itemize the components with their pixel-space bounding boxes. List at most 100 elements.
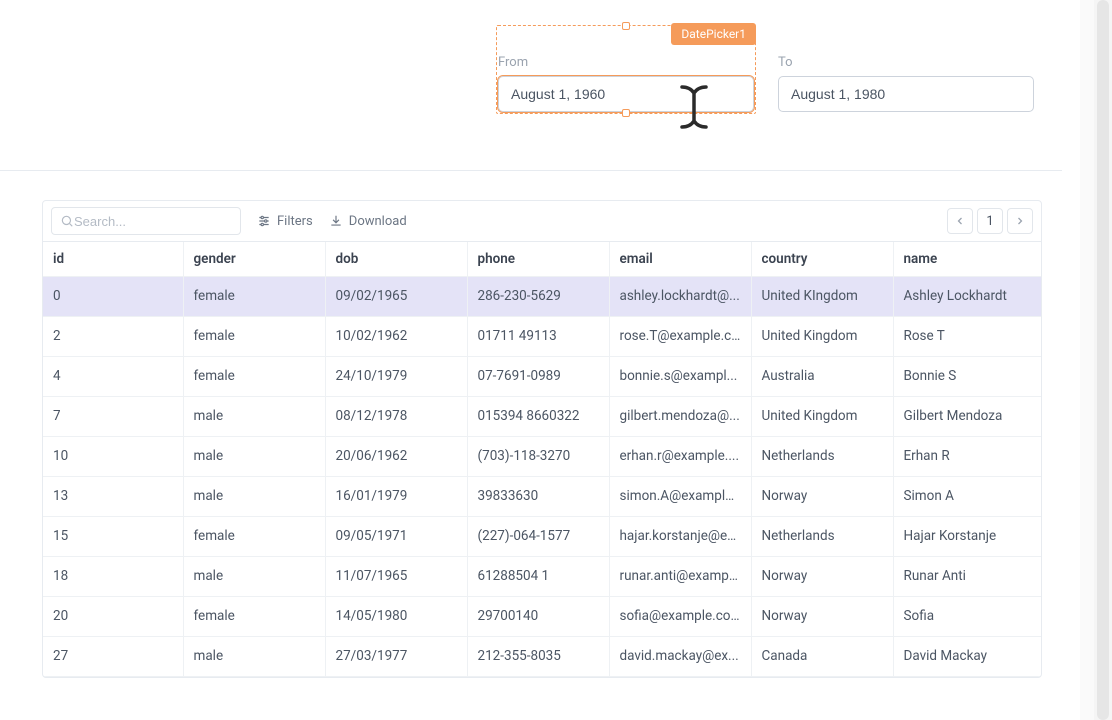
page-number[interactable]: 1 xyxy=(977,208,1003,234)
cell-phone[interactable]: 212-355-8035 xyxy=(467,636,609,676)
to-date-input[interactable] xyxy=(778,76,1034,112)
cell-email[interactable]: simon.A@example... xyxy=(609,476,751,516)
cell-country[interactable]: Norway xyxy=(751,596,893,636)
cell-email[interactable]: david.mackay@ex... xyxy=(609,636,751,676)
cell-country[interactable]: Netherlands xyxy=(751,516,893,556)
cell-name[interactable]: Ashley Lockhardt xyxy=(893,276,1042,316)
cell-name[interactable]: Runar Anti xyxy=(893,556,1042,596)
table-row[interactable]: 0female09/02/1965286-230-5629ashley.lock… xyxy=(43,276,1042,316)
cell-dob[interactable]: 14/05/1980 xyxy=(325,596,467,636)
cell-dob[interactable]: 10/02/1962 xyxy=(325,316,467,356)
cell-email[interactable]: ashley.lockhardt@... xyxy=(609,276,751,316)
cell-country[interactable]: Norway xyxy=(751,556,893,596)
cell-name[interactable]: Rose T xyxy=(893,316,1042,356)
cell-phone[interactable]: 01711 49113 xyxy=(467,316,609,356)
vertical-scrollbar[interactable] xyxy=(1094,0,1112,720)
cell-gender[interactable]: female xyxy=(183,516,325,556)
cell-phone[interactable]: 07-7691-0989 xyxy=(467,356,609,396)
cell-dob[interactable]: 11/07/1965 xyxy=(325,556,467,596)
cell-name[interactable]: Erhan R xyxy=(893,436,1042,476)
table-row[interactable]: 13male16/01/197939833630simon.A@example.… xyxy=(43,476,1042,516)
cell-country[interactable]: Canada xyxy=(751,636,893,676)
cell-dob[interactable]: 08/12/1978 xyxy=(325,396,467,436)
cell-gender[interactable]: male xyxy=(183,636,325,676)
cell-name[interactable]: Hajar Korstanje xyxy=(893,516,1042,556)
cell-name[interactable]: Gilbert Mendoza xyxy=(893,396,1042,436)
col-dob[interactable]: dob xyxy=(325,242,467,276)
col-phone[interactable]: phone xyxy=(467,242,609,276)
cell-dob[interactable]: 16/01/1979 xyxy=(325,476,467,516)
cell-email[interactable]: sofia@example.com xyxy=(609,596,751,636)
cell-id[interactable]: 27 xyxy=(43,636,183,676)
page-prev-button[interactable] xyxy=(947,208,973,234)
col-country[interactable]: country xyxy=(751,242,893,276)
cell-id[interactable]: 13 xyxy=(43,476,183,516)
cell-id[interactable]: 10 xyxy=(43,436,183,476)
cell-phone[interactable]: 286-230-5629 xyxy=(467,276,609,316)
scrollbar-thumb[interactable] xyxy=(1097,0,1109,720)
cell-country[interactable]: Norway xyxy=(751,476,893,516)
cell-name[interactable]: Bonnie S xyxy=(893,356,1042,396)
cell-dob[interactable]: 27/03/1977 xyxy=(325,636,467,676)
cell-gender[interactable]: male xyxy=(183,556,325,596)
search-box[interactable] xyxy=(51,207,241,235)
cell-gender[interactable]: female xyxy=(183,596,325,636)
table-row[interactable]: 4female24/10/197907-7691-0989bonnie.s@ex… xyxy=(43,356,1042,396)
cell-email[interactable]: erhan.r@example.... xyxy=(609,436,751,476)
cell-email[interactable]: runar.anti@exampl... xyxy=(609,556,751,596)
cell-phone[interactable]: 015394 8660322 xyxy=(467,396,609,436)
cell-dob[interactable]: 20/06/1962 xyxy=(325,436,467,476)
cell-phone[interactable]: (227)-064-1577 xyxy=(467,516,609,556)
cell-gender[interactable]: female xyxy=(183,316,325,356)
datepicker-from[interactable]: DatePicker1 From xyxy=(498,55,754,112)
cell-id[interactable]: 18 xyxy=(43,556,183,596)
cell-country[interactable]: Australia xyxy=(751,356,893,396)
table-row[interactable]: 2female10/02/196201711 49113rose.T@examp… xyxy=(43,316,1042,356)
cell-gender[interactable]: female xyxy=(183,356,325,396)
cell-phone[interactable]: (703)-118-3270 xyxy=(467,436,609,476)
cell-name[interactable]: Sofia xyxy=(893,596,1042,636)
cell-email[interactable]: bonnie.s@exampl... xyxy=(609,356,751,396)
cell-email[interactable]: hajar.korstanje@ex... xyxy=(609,516,751,556)
filters-button[interactable]: Filters xyxy=(257,214,313,229)
search-input[interactable] xyxy=(74,214,232,229)
cell-id[interactable]: 0 xyxy=(43,276,183,316)
cell-email[interactable]: gilbert.mendoza@... xyxy=(609,396,751,436)
col-name[interactable]: name xyxy=(893,242,1042,276)
col-email[interactable]: email xyxy=(609,242,751,276)
datepicker-to[interactable]: To xyxy=(778,55,1034,112)
resize-handle-top[interactable] xyxy=(622,22,630,30)
from-date-input[interactable] xyxy=(498,76,754,112)
cell-id[interactable]: 15 xyxy=(43,516,183,556)
cell-gender[interactable]: female xyxy=(183,276,325,316)
cell-gender[interactable]: male xyxy=(183,476,325,516)
cell-name[interactable]: David Mackay xyxy=(893,636,1042,676)
table-row[interactable]: 20female14/05/198029700140sofia@example.… xyxy=(43,596,1042,636)
cell-phone[interactable]: 39833630 xyxy=(467,476,609,516)
table-row[interactable]: 15female09/05/1971(227)-064-1577hajar.ko… xyxy=(43,516,1042,556)
cell-id[interactable]: 7 xyxy=(43,396,183,436)
table-row[interactable]: 27male27/03/1977212-355-8035david.mackay… xyxy=(43,636,1042,676)
page-next-button[interactable] xyxy=(1007,208,1033,234)
col-gender[interactable]: gender xyxy=(183,242,325,276)
cell-country[interactable]: United KIngdom xyxy=(751,276,893,316)
cell-phone[interactable]: 61288504 1 xyxy=(467,556,609,596)
table-row[interactable]: 18male11/07/196561288504 1runar.anti@exa… xyxy=(43,556,1042,596)
cell-country[interactable]: Netherlands xyxy=(751,436,893,476)
cell-id[interactable]: 4 xyxy=(43,356,183,396)
cell-name[interactable]: Simon A xyxy=(893,476,1042,516)
cell-dob[interactable]: 09/02/1965 xyxy=(325,276,467,316)
cell-dob[interactable]: 09/05/1971 xyxy=(325,516,467,556)
cell-email[interactable]: rose.T@example.c... xyxy=(609,316,751,356)
cell-gender[interactable]: male xyxy=(183,436,325,476)
cell-country[interactable]: United Kingdom xyxy=(751,316,893,356)
download-button[interactable]: Download xyxy=(329,214,407,229)
col-id[interactable]: id xyxy=(43,242,183,276)
cell-phone[interactable]: 29700140 xyxy=(467,596,609,636)
cell-gender[interactable]: male xyxy=(183,396,325,436)
cell-id[interactable]: 20 xyxy=(43,596,183,636)
cell-country[interactable]: United Kingdom xyxy=(751,396,893,436)
table-row[interactable]: 7male08/12/1978015394 8660322gilbert.men… xyxy=(43,396,1042,436)
cell-dob[interactable]: 24/10/1979 xyxy=(325,356,467,396)
table-row[interactable]: 10male20/06/1962(703)-118-3270erhan.r@ex… xyxy=(43,436,1042,476)
